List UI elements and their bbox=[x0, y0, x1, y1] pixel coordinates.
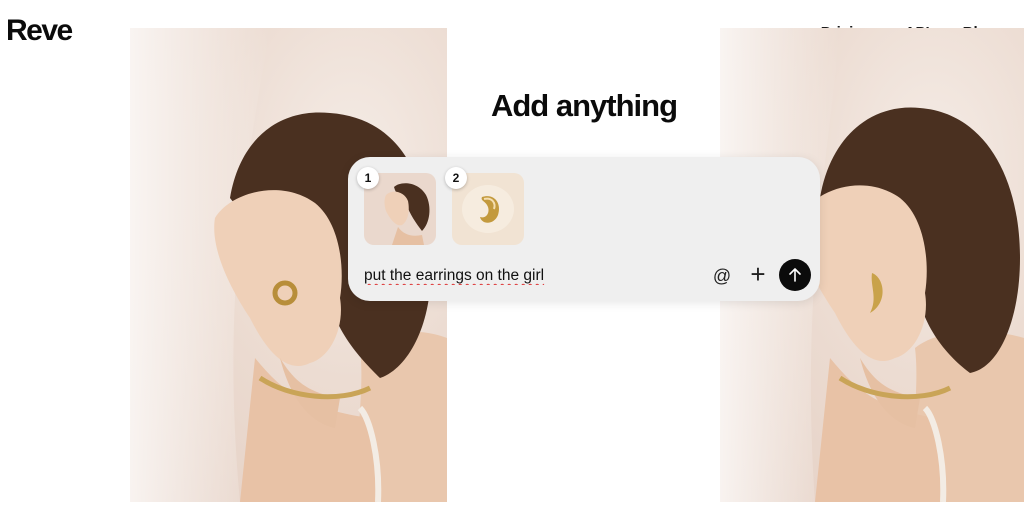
arrow-up-icon bbox=[789, 268, 801, 282]
prompt-input[interactable] bbox=[364, 265, 694, 287]
brand-logo[interactable]: Reve bbox=[6, 14, 73, 48]
at-sign-icon: @ bbox=[712, 265, 732, 286]
prompt-composer: 1 2 @ + bbox=[348, 157, 820, 301]
reference-index-badge: 1 bbox=[357, 167, 379, 189]
plus-icon: + bbox=[750, 259, 766, 289]
mention-button[interactable]: @ bbox=[710, 264, 734, 288]
hero-headline: Add anything bbox=[490, 88, 678, 123]
add-image-button[interactable]: + bbox=[745, 261, 771, 287]
reference-index-badge: 2 bbox=[445, 167, 467, 189]
send-button[interactable] bbox=[779, 259, 811, 291]
